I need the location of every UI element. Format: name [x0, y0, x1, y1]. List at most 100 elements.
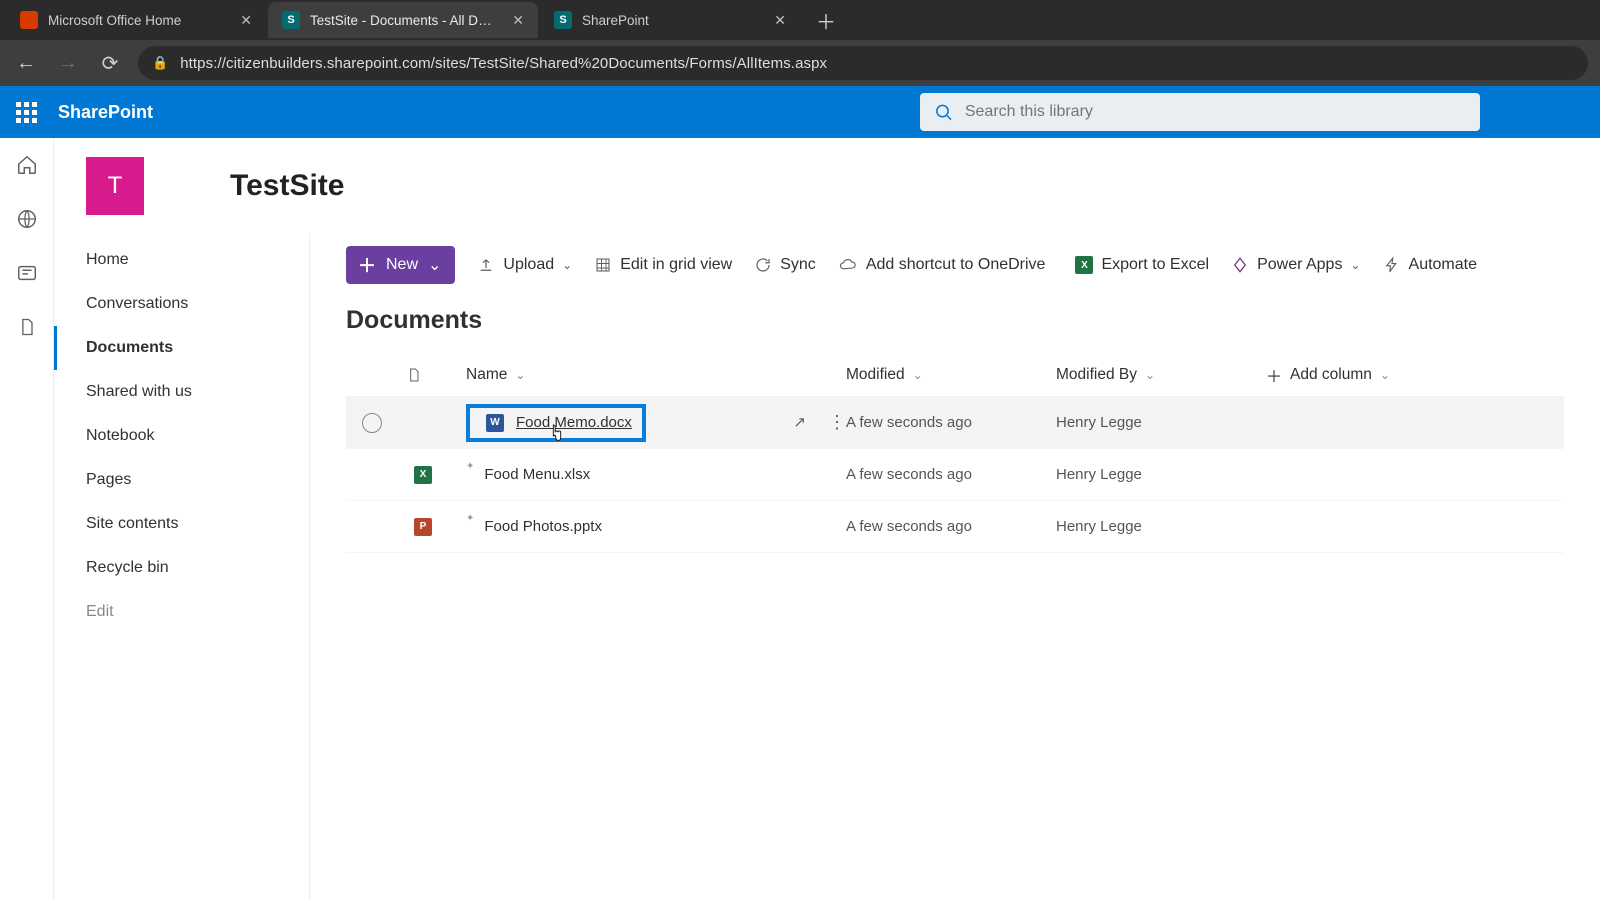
nav-recycle-bin[interactable]: Recycle bin [54, 546, 309, 590]
chevron-down-icon [1380, 368, 1390, 382]
url-field[interactable]: 🔒 https://citizenbuilders.sharepoint.com… [138, 46, 1588, 80]
site-title[interactable]: TestSite [230, 169, 344, 203]
column-modified-by[interactable]: Modified By [1056, 366, 1266, 384]
browser-tab[interactable]: S SharePoint ✕ [540, 2, 800, 38]
search-box[interactable] [920, 93, 1480, 131]
address-bar: ← → ⟳ 🔒 https://citizenbuilders.sharepoi… [0, 40, 1600, 86]
add-shortcut-button[interactable]: Add shortcut to OneDrive [838, 256, 1046, 274]
file-name-link[interactable]: Food Photos.pptx [484, 518, 602, 535]
add-column-button[interactable]: ＋ Add column [1266, 363, 1506, 387]
table-row[interactable]: P ✦ Food Photos.pptx A few seconds ago H… [346, 501, 1564, 553]
files-icon[interactable] [14, 314, 40, 340]
power-apps-label: Power Apps [1257, 256, 1342, 274]
table-row[interactable]: W Food Memo.docx A few seconds ago Henry… [346, 397, 1564, 449]
browser-tab[interactable]: S TestSite - Documents - All Docum ✕ [268, 2, 538, 38]
cell-modified-by: Henry Legge [1056, 466, 1266, 483]
nav-site-contents[interactable]: Site contents [54, 502, 309, 546]
excel-icon: X [1075, 256, 1093, 274]
forward-button[interactable]: → [54, 52, 82, 75]
cell-modified-by: Henry Legge [1056, 414, 1266, 431]
cell-modified: A few seconds ago [846, 518, 1056, 535]
chevron-down-icon [1350, 258, 1360, 272]
nav-edit[interactable]: Edit [54, 590, 309, 634]
automate-button[interactable]: Automate [1383, 256, 1477, 274]
file-highlight: W Food Memo.docx [466, 404, 646, 442]
back-button[interactable]: ← [12, 52, 40, 75]
row-select[interactable] [362, 413, 382, 433]
suite-brand[interactable]: SharePoint [52, 102, 153, 123]
onedrive-icon [838, 256, 858, 274]
upload-label: Upload [503, 256, 554, 274]
tab-title: SharePoint [582, 13, 760, 28]
column-modified-label: Modified [846, 366, 905, 384]
column-name-label: Name [466, 366, 507, 384]
tab-close-icon[interactable]: ✕ [236, 10, 256, 31]
cell-modified: A few seconds ago [846, 466, 1056, 483]
powerpoint-icon: P [414, 518, 432, 536]
office-favicon [20, 11, 38, 29]
nav-conversations[interactable]: Conversations [54, 282, 309, 326]
table-row[interactable]: X ✦ Food Menu.xlsx A few seconds ago Hen… [346, 449, 1564, 501]
app-body: T TestSite Home Conversations Documents … [0, 138, 1600, 900]
excel-icon: X [414, 466, 432, 484]
table-header: Name Modified Modified By ＋ [346, 353, 1564, 397]
browser-chrome: Microsoft Office Home ✕ S TestSite - Doc… [0, 0, 1600, 86]
nav-pages[interactable]: Pages [54, 458, 309, 502]
new-button[interactable]: ＋ New [346, 246, 455, 284]
sync-button[interactable]: Sync [754, 256, 816, 274]
home-icon[interactable] [14, 152, 40, 178]
edit-grid-button[interactable]: Edit in grid view [594, 256, 732, 274]
chevron-down-icon [1145, 368, 1155, 382]
site-logo[interactable]: T [86, 157, 144, 215]
nav-shared-with-us[interactable]: Shared with us [54, 370, 309, 414]
site-header: T TestSite [54, 138, 1600, 234]
automate-label: Automate [1409, 256, 1477, 274]
tab-title: Microsoft Office Home [48, 13, 226, 28]
tab-strip: Microsoft Office Home ✕ S TestSite - Doc… [0, 0, 1600, 40]
column-name[interactable]: Name [466, 366, 846, 384]
nav-documents[interactable]: Documents [54, 326, 309, 370]
tab-close-icon[interactable]: ✕ [508, 10, 528, 31]
more-icon[interactable] [828, 412, 846, 433]
new-indicator-icon: ✦ [466, 513, 474, 524]
export-excel-button[interactable]: X Export to Excel [1067, 256, 1209, 274]
globe-icon[interactable] [14, 206, 40, 232]
main-content: ＋ New Upload Edit in grid view [310, 234, 1600, 900]
new-indicator-icon: ✦ [466, 461, 474, 472]
grid-icon [594, 256, 612, 274]
tab-close-icon[interactable]: ✕ [770, 10, 790, 31]
chevron-down-icon [562, 258, 572, 272]
command-bar: ＋ New Upload Edit in grid view [346, 234, 1564, 296]
sync-label: Sync [780, 256, 816, 274]
chevron-down-icon [428, 255, 441, 275]
column-modified[interactable]: Modified [846, 366, 1056, 384]
suite-header: SharePoint [0, 86, 1600, 138]
news-icon[interactable] [14, 260, 40, 286]
tab-title: TestSite - Documents - All Docum [310, 13, 498, 28]
nav-notebook[interactable]: Notebook [54, 414, 309, 458]
app-launcher-button[interactable] [0, 102, 52, 122]
search-input[interactable] [965, 103, 1466, 121]
reload-button[interactable]: ⟳ [96, 51, 124, 76]
cell-modified-by: Henry Legge [1056, 518, 1266, 535]
sharepoint-favicon: S [282, 11, 300, 29]
edit-grid-label: Edit in grid view [620, 256, 732, 274]
share-icon[interactable] [793, 412, 806, 433]
plus-icon: ＋ [1266, 363, 1282, 387]
global-nav-rail [0, 138, 54, 900]
new-tab-button[interactable]: ＋ [802, 6, 850, 35]
upload-button[interactable]: Upload [477, 256, 572, 274]
browser-tab[interactable]: Microsoft Office Home ✕ [6, 2, 266, 38]
power-apps-button[interactable]: Power Apps [1231, 256, 1360, 274]
file-icon [406, 365, 422, 385]
column-type[interactable] [406, 365, 466, 385]
column-modified-by-label: Modified By [1056, 366, 1137, 384]
file-name-link[interactable]: Food Memo.docx [516, 414, 632, 431]
chevron-down-icon [515, 368, 525, 382]
plus-icon: ＋ [358, 252, 376, 278]
sync-icon [754, 256, 772, 274]
nav-home[interactable]: Home [54, 238, 309, 282]
file-name-link[interactable]: Food Menu.xlsx [484, 466, 590, 483]
search-icon [934, 102, 953, 122]
sharepoint-favicon: S [554, 11, 572, 29]
